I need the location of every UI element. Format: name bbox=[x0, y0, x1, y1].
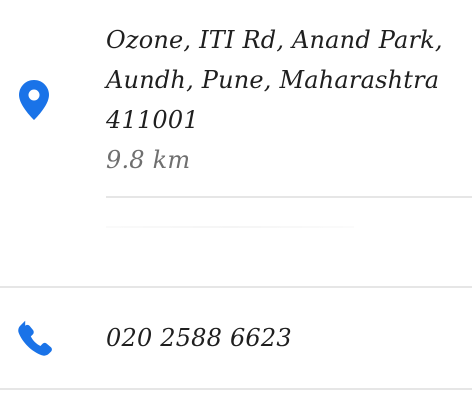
phone-number: 020 2588 6623 bbox=[106, 324, 292, 352]
address-divider bbox=[106, 196, 472, 198]
address-row[interactable]: Ozone, ITI Rd, Anand Park, Aundh, Pune, … bbox=[0, 0, 472, 198]
address-line-2: Aundh, Pune, Maharashtra bbox=[106, 66, 440, 94]
section-divider-bottom bbox=[0, 388, 472, 390]
address-line-1: Ozone, ITI Rd, Anand Park, bbox=[106, 26, 443, 54]
address-text: Ozone, ITI Rd, Anand Park, Aundh, Pune, … bbox=[106, 20, 466, 180]
address-line-3: 411001 bbox=[106, 106, 199, 134]
phone-row[interactable]: 020 2588 6623 bbox=[0, 288, 472, 388]
phone-icon bbox=[14, 320, 54, 360]
distance-text: 9.8 km bbox=[106, 146, 191, 174]
location-pin-icon bbox=[14, 76, 54, 124]
faint-separator-line bbox=[106, 226, 354, 228]
